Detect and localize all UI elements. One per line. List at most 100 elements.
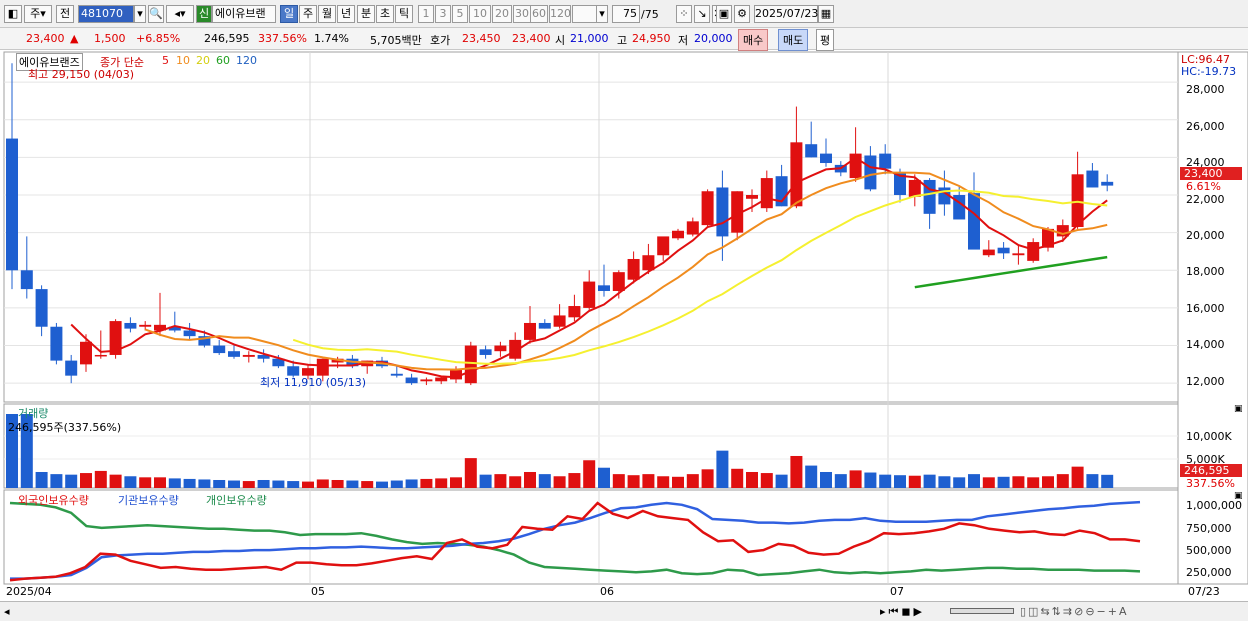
buy-button[interactable]: 매수	[738, 29, 769, 51]
stock-chart[interactable]	[0, 50, 1248, 601]
prev-button[interactable]: 전	[56, 5, 74, 23]
candle-body	[35, 289, 48, 327]
volume-bar	[464, 458, 477, 488]
num-5[interactable]: 5	[452, 5, 468, 23]
legend-ma60: 60	[216, 54, 230, 67]
code-input[interactable]: 481070	[78, 5, 134, 23]
volume-bar	[242, 481, 255, 488]
num-30[interactable]: 30	[513, 5, 531, 23]
candle-body	[1012, 253, 1025, 256]
zoom-slider[interactable]	[950, 608, 1014, 614]
volume-bar	[316, 479, 329, 488]
x-label: 07	[890, 585, 904, 598]
candle-body	[908, 179, 921, 197]
holding-legend-foreign: 외국인보유수량	[18, 494, 89, 507]
num-60[interactable]: 60	[530, 5, 548, 23]
price-tag: 23,400	[1180, 167, 1242, 180]
period-month[interactable]: 월	[318, 5, 336, 23]
candle-body	[1101, 181, 1114, 186]
y-tick: 22,000	[1186, 193, 1225, 206]
period-day[interactable]: 일	[280, 5, 298, 23]
candle-body	[405, 377, 418, 384]
count-total: /75	[641, 8, 659, 21]
hc-label: HC:-19.73	[1181, 65, 1237, 78]
layout-icon[interactable]: ◧	[4, 5, 22, 23]
num-120[interactable]: 120	[549, 5, 571, 23]
volume-bar	[50, 474, 63, 488]
volume-bar	[583, 460, 596, 488]
stock-name: 에이유브랜	[212, 5, 276, 23]
date-input[interactable]: 2025/07/23	[754, 5, 818, 23]
period-minute[interactable]: 분	[357, 5, 375, 23]
volume-bar	[820, 471, 832, 488]
quote-bar: 23,400 ▲ 1,500 +6.85% 246,595 337.56% 1.…	[0, 28, 1248, 51]
volume-bar	[361, 481, 374, 488]
candle-body	[20, 270, 33, 290]
count-input[interactable]: 75	[612, 5, 640, 23]
candle-body	[657, 236, 670, 256]
blank-dropdown-icon[interactable]: ▾	[596, 5, 608, 23]
sell-button[interactable]: 매도	[778, 29, 809, 51]
candle-body	[390, 373, 403, 376]
volume-bar	[376, 481, 388, 488]
volume-bar	[642, 474, 655, 488]
search-icon[interactable]: 🔍	[148, 5, 164, 23]
y-tick: 16,000	[1186, 302, 1225, 315]
candle-body	[1086, 170, 1099, 188]
candle-body	[494, 345, 507, 352]
draw-icon[interactable]: ↘	[694, 5, 710, 23]
high: 24,950	[632, 32, 671, 45]
volume-bar	[657, 476, 670, 488]
volume-bar	[1101, 474, 1114, 488]
volume-bar	[272, 480, 285, 488]
volume-bar	[760, 473, 773, 488]
candle-body	[760, 178, 773, 209]
period-second[interactable]: 초	[376, 5, 394, 23]
code-dropdown-icon[interactable]: ▾	[134, 5, 146, 23]
tool-icons[interactable]: ▯◫⇆⇅⇉⊘⊖−+A	[1020, 605, 1129, 618]
sound-icon[interactable]: ◂▾	[166, 5, 194, 23]
num-1[interactable]: 1	[418, 5, 434, 23]
volume-bar	[1056, 474, 1069, 488]
y-tick: 14,000	[1186, 338, 1225, 351]
period-tick[interactable]: 틱	[395, 5, 413, 23]
calendar-icon[interactable]: ▦	[818, 5, 834, 23]
period-year[interactable]: 년	[337, 5, 355, 23]
volume-bar	[124, 476, 137, 488]
scroll-left-icon[interactable]: ◂	[4, 605, 10, 618]
candle-body	[80, 341, 92, 365]
candle-body	[50, 326, 63, 361]
volume-pct-tag: 337.56%	[1186, 477, 1235, 490]
holding-y-tick: 250,000	[1186, 566, 1232, 579]
scroll-bar[interactable]: ◂ ▸⏮◼▶ ▯◫⇆⇅⇉⊘⊖−+A	[0, 601, 1248, 621]
market-select[interactable]: 주▾	[24, 5, 52, 23]
avg-button[interactable]: 평	[816, 29, 835, 51]
vol-y-tick: 10,000K	[1186, 430, 1232, 443]
candle-body	[612, 272, 625, 291]
max-label: 최고 29,150 (04/03)	[28, 68, 135, 81]
legend-ma10: 10	[176, 54, 190, 67]
volume-bar	[834, 474, 847, 488]
candle-body	[139, 324, 152, 327]
playback-icons[interactable]: ▸⏮◼▶	[880, 605, 925, 619]
num-20[interactable]: 20	[492, 5, 512, 23]
close-pane-icon[interactable]: ▣	[1234, 491, 1243, 501]
low: 20,000	[694, 32, 733, 45]
volume-bar	[154, 477, 166, 488]
num-3[interactable]: 3	[435, 5, 451, 23]
candle-body	[982, 249, 995, 256]
save-icon[interactable]: ▣	[716, 5, 732, 23]
volume-bar	[968, 474, 980, 488]
legend-ma120: 120	[236, 54, 257, 67]
candle-body	[538, 322, 551, 329]
volume-bar	[1042, 476, 1054, 488]
volume-bar	[568, 473, 581, 488]
num-10[interactable]: 10	[469, 5, 491, 23]
individual-holding-line	[9, 501, 1141, 577]
gear-icon[interactable]: ⚙	[734, 5, 750, 23]
close-pane-icon[interactable]: ▣	[1234, 404, 1243, 414]
volume-bar	[80, 473, 92, 488]
tool-icon[interactable]: ⁘	[676, 5, 692, 23]
turnover: 1.74%	[314, 32, 349, 45]
period-week[interactable]: 주	[299, 5, 317, 23]
